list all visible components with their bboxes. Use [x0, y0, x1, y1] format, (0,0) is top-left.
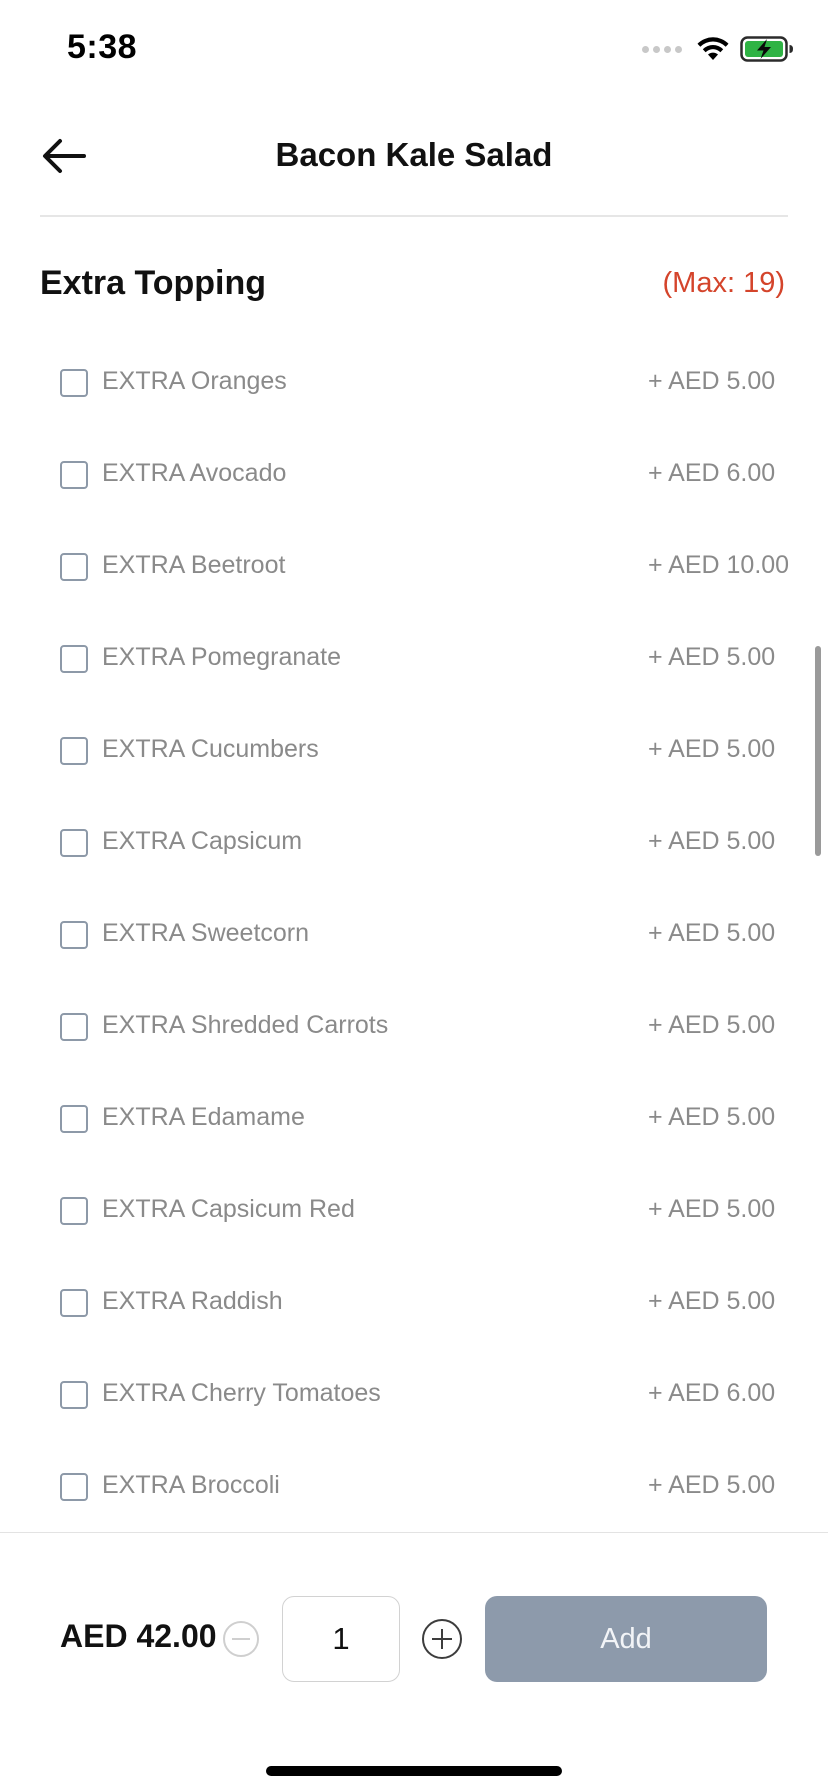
- home-indicator: [266, 1766, 562, 1776]
- option-price: + AED 5.00: [648, 1195, 776, 1223]
- option-label: EXTRA Oranges: [102, 367, 287, 395]
- checkbox[interactable]: [60, 1289, 88, 1317]
- topping-option[interactable]: EXTRA Beetroot + AED 10.00: [0, 522, 828, 614]
- option-price: + AED 5.00: [648, 919, 776, 947]
- checkbox[interactable]: [60, 1473, 88, 1501]
- battery-charging-icon: [740, 36, 793, 62]
- option-label: EXTRA Raddish: [102, 1287, 283, 1315]
- topping-option[interactable]: EXTRA Cherry Tomatoes + AED 6.00: [0, 1350, 828, 1442]
- topping-option[interactable]: EXTRA Oranges + AED 5.00: [0, 338, 828, 430]
- option-label: EXTRA Edamame: [102, 1103, 305, 1131]
- status-icons: [642, 36, 794, 62]
- option-price: + AED 6.00: [648, 459, 776, 487]
- checkbox[interactable]: [60, 829, 88, 857]
- option-price: + AED 5.00: [648, 827, 776, 855]
- option-label: EXTRA Cucumbers: [102, 735, 319, 763]
- section-max-label: (Max: 19): [662, 267, 785, 299]
- checkbox[interactable]: [60, 921, 88, 949]
- option-label: EXTRA Avocado: [102, 459, 287, 487]
- checkbox[interactable]: [60, 1381, 88, 1409]
- checkbox[interactable]: [60, 1105, 88, 1133]
- topping-options-list: EXTRA Oranges + AED 5.00 EXTRA Avocado +…: [0, 338, 828, 1534]
- option-price: + AED 5.00: [648, 1011, 776, 1039]
- header-divider: [40, 215, 788, 217]
- checkbox[interactable]: [60, 553, 88, 581]
- footer-divider: [0, 1532, 828, 1533]
- option-label: EXTRA Sweetcorn: [102, 919, 310, 947]
- option-label: EXTRA Cherry Tomatoes: [102, 1379, 381, 1407]
- option-price: + AED 5.00: [648, 367, 776, 395]
- topping-option[interactable]: EXTRA Avocado + AED 6.00: [0, 430, 828, 522]
- decrease-quantity-button[interactable]: [223, 1621, 259, 1657]
- option-label: EXTRA Shredded Carrots: [102, 1011, 389, 1039]
- option-price: + AED 5.00: [648, 643, 776, 671]
- wifi-icon: [697, 37, 729, 60]
- checkbox[interactable]: [60, 737, 88, 765]
- topping-option[interactable]: EXTRA Broccoli + AED 5.00: [0, 1442, 828, 1534]
- minus-icon: [232, 1638, 250, 1640]
- total-price: AED 42.00: [60, 1618, 217, 1654]
- signal-dots-icon: [642, 45, 682, 53]
- add-to-cart-button[interactable]: Add: [485, 1596, 767, 1682]
- topping-option[interactable]: EXTRA Pomegranate + AED 5.00: [0, 614, 828, 706]
- option-label: EXTRA Beetroot: [102, 551, 286, 579]
- status-bar: 5:38: [0, 0, 828, 100]
- checkbox[interactable]: [60, 369, 88, 397]
- checkbox[interactable]: [60, 461, 88, 489]
- topping-option[interactable]: EXTRA Capsicum Red + AED 5.00: [0, 1166, 828, 1258]
- section-title: Extra Topping: [40, 264, 267, 302]
- option-price: + AED 5.00: [648, 735, 776, 763]
- option-price: + AED 10.00: [648, 551, 790, 579]
- header: Bacon Kale Salad: [0, 100, 828, 216]
- option-price: + AED 5.00: [648, 1103, 776, 1131]
- option-price: + AED 5.00: [648, 1471, 776, 1499]
- increase-quantity-button[interactable]: [422, 1619, 462, 1659]
- checkbox[interactable]: [60, 1013, 88, 1041]
- checkbox[interactable]: [60, 1197, 88, 1225]
- quantity-field[interactable]: 1: [282, 1596, 400, 1682]
- page-title: Bacon Kale Salad: [275, 136, 553, 173]
- topping-option[interactable]: EXTRA Capsicum + AED 5.00: [0, 798, 828, 890]
- option-price: + AED 6.00: [648, 1379, 776, 1407]
- option-price: + AED 5.00: [648, 1287, 776, 1315]
- topping-option[interactable]: EXTRA Cucumbers + AED 5.00: [0, 706, 828, 798]
- topping-option[interactable]: EXTRA Sweetcorn + AED 5.00: [0, 890, 828, 982]
- option-label: EXTRA Broccoli: [102, 1471, 280, 1499]
- option-label: EXTRA Capsicum Red: [102, 1195, 355, 1223]
- topping-option[interactable]: EXTRA Edamame + AED 5.00: [0, 1074, 828, 1166]
- topping-option[interactable]: EXTRA Shredded Carrots + AED 5.00: [0, 982, 828, 1074]
- option-label: EXTRA Pomegranate: [102, 643, 342, 671]
- checkbox[interactable]: [60, 645, 88, 673]
- topping-option[interactable]: EXTRA Raddish + AED 5.00: [0, 1258, 828, 1350]
- scrollbar[interactable]: [815, 646, 821, 856]
- status-time: 5:38: [67, 28, 138, 66]
- option-label: EXTRA Capsicum: [102, 827, 303, 855]
